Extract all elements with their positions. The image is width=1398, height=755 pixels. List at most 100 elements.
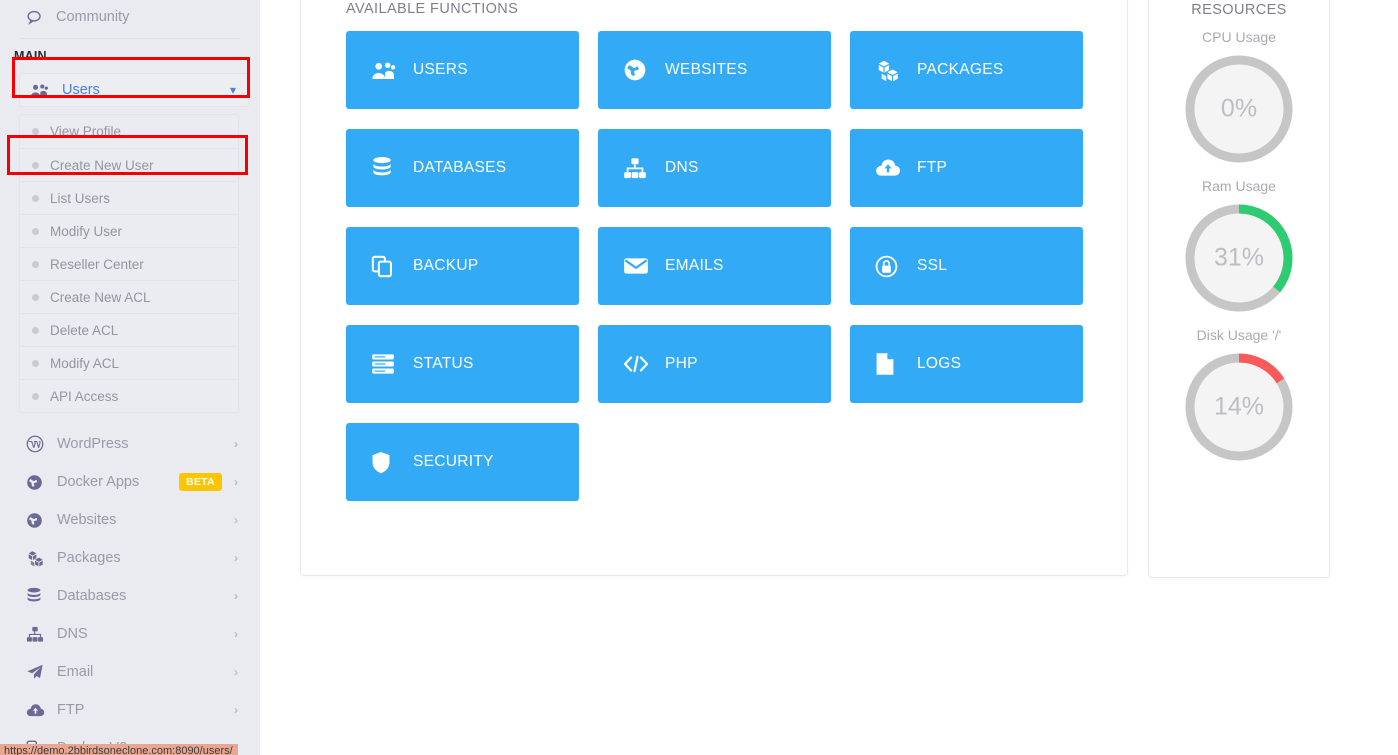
tile-label: PACKAGES: [917, 61, 1004, 78]
submenu-item-label: Reseller Center: [50, 256, 144, 272]
tile-php[interactable]: PHP: [598, 325, 831, 403]
chevron-right-icon: ›: [234, 703, 238, 717]
sidebar-item-wordpress[interactable]: WordPress ›: [0, 425, 260, 463]
submenu-item-reseller-center[interactable]: Reseller Center: [20, 247, 238, 280]
sidebar-item-users[interactable]: Users ▾: [19, 73, 249, 107]
packages-icon: [26, 550, 57, 567]
tile-label: SECURITY: [413, 453, 494, 470]
tile-packages[interactable]: PACKAGES: [850, 31, 1083, 109]
tile-emails[interactable]: EMAILS: [598, 227, 831, 305]
users-icon: [30, 83, 62, 98]
submenu-item-create-new-user[interactable]: Create New User: [20, 148, 238, 181]
resources-title: RESOURCES: [1191, 2, 1287, 18]
chevron-right-icon: ›: [234, 665, 238, 679]
bullet-icon: [32, 227, 39, 235]
submenu-item-modify-user[interactable]: Modify User: [20, 214, 238, 247]
code-icon: [623, 354, 665, 374]
gauge-disk-usage: Disk Usage '/' 14%: [1149, 327, 1329, 465]
tile-label: BACKUP: [413, 257, 479, 274]
chat-icon: [26, 9, 56, 26]
sidebar-item-ftp[interactable]: FTP ›: [0, 691, 260, 729]
tile-dns[interactable]: DNS: [598, 129, 831, 207]
gauge-cpu-usage: CPU Usage 0%: [1149, 29, 1329, 167]
tile-ssl[interactable]: SSL: [850, 227, 1083, 305]
envelope-icon: [623, 256, 665, 276]
card-title: AVAILABLE FUNCTIONS: [346, 1, 519, 17]
globe-icon: [26, 474, 57, 491]
gauge-ring: 14%: [1181, 349, 1297, 465]
tile-websites[interactable]: WEBSITES: [598, 31, 831, 109]
gauge-label: CPU Usage: [1202, 29, 1276, 45]
submenu-item-label: List Users: [50, 190, 111, 206]
tile-label: EMAILS: [665, 257, 724, 274]
submenu-item-label: Create New ACL: [50, 289, 151, 305]
sidebar-item-packages[interactable]: Packages ›: [0, 539, 260, 577]
tile-label: FTP: [917, 159, 948, 176]
chevron-right-icon: ›: [234, 475, 238, 489]
tile-databases[interactable]: DATABASES: [346, 129, 579, 207]
resources-card: RESOURCES CPU Usage 0% Ram Usage 31% Dis…: [1148, 0, 1330, 578]
sidebar-item-dns[interactable]: DNS ›: [0, 615, 260, 653]
sidebar-item-label: Packages: [57, 550, 121, 566]
globe-icon: [26, 512, 57, 529]
gauge-ring: 31%: [1181, 200, 1297, 316]
sidebar-item-community[interactable]: Community: [0, 0, 260, 34]
sidebar-item-websites[interactable]: Websites ›: [0, 501, 260, 539]
bullet-icon: [32, 293, 39, 301]
submenu-item-api-access[interactable]: API Access: [20, 379, 238, 412]
bullet-icon: [32, 161, 39, 169]
submenu-item-view-profile[interactable]: View Profile: [20, 115, 238, 148]
sidebar: Community MAIN Users ▾ View Profile Crea…: [0, 0, 260, 755]
bullet-icon: [32, 392, 39, 400]
sidebar-section-label: MAIN: [14, 49, 47, 63]
globe-icon: [623, 58, 665, 82]
tile-label: LOGS: [917, 355, 962, 372]
available-functions-card: AVAILABLE FUNCTIONS USERS WEBSITES PACKA…: [300, 0, 1128, 576]
copy-icon: [371, 255, 413, 278]
paper-plane-icon: [26, 663, 57, 681]
sidebar-item-databases[interactable]: Databases ›: [0, 577, 260, 615]
lock-icon: [875, 255, 917, 278]
sidebar-item-label: DNS: [57, 626, 88, 642]
users-submenu: View Profile Create New User List Users …: [19, 114, 239, 413]
tile-status[interactable]: STATUS: [346, 325, 579, 403]
server-icon: [371, 353, 413, 375]
bullet-icon: [32, 128, 39, 135]
tile-label: USERS: [413, 61, 468, 78]
chevron-right-icon: ›: [234, 589, 238, 603]
app-root: Community MAIN Users ▾ View Profile Crea…: [0, 0, 1398, 755]
sidebar-item-label: Email: [57, 664, 94, 680]
tile-security[interactable]: SECURITY: [346, 423, 579, 501]
bullet-icon: [32, 260, 39, 268]
tile-label: SSL: [917, 257, 948, 274]
wordpress-icon: [26, 435, 57, 453]
file-icon: [875, 352, 917, 376]
chevron-right-icon: ›: [234, 551, 238, 565]
tile-label: WEBSITES: [665, 61, 748, 78]
dns-icon: [26, 626, 57, 643]
sidebar-item-label: WordPress: [57, 436, 129, 452]
sidebar-item-label: Users: [62, 82, 100, 98]
beta-badge: BETA: [178, 473, 222, 491]
tile-ftp[interactable]: FTP: [850, 129, 1083, 207]
submenu-item-delete-acl[interactable]: Delete ACL: [20, 313, 238, 346]
sidebar-item-email[interactable]: Email ›: [0, 653, 260, 691]
tile-label: STATUS: [413, 355, 474, 372]
database-icon: [371, 156, 413, 180]
cloud-upload-icon: [875, 158, 917, 178]
dns-icon: [623, 157, 665, 180]
function-tiles-grid: USERS WEBSITES PACKAGES DATABASES DNS FT…: [346, 31, 1086, 501]
users-icon: [371, 61, 413, 80]
bullet-icon: [32, 326, 39, 334]
gauge-label: Ram Usage: [1202, 178, 1276, 194]
bullet-icon: [32, 194, 39, 202]
submenu-item-list-users[interactable]: List Users: [20, 181, 238, 214]
submenu-item-create-new-acl[interactable]: Create New ACL: [20, 280, 238, 313]
sidebar-item-docker-apps[interactable]: Docker Apps BETA ›: [0, 463, 260, 501]
tile-users[interactable]: USERS: [346, 31, 579, 109]
cloud-upload-icon: [26, 703, 57, 718]
submenu-item-modify-acl[interactable]: Modify ACL: [20, 346, 238, 379]
tile-label: DATABASES: [413, 159, 507, 176]
tile-logs[interactable]: LOGS: [850, 325, 1083, 403]
tile-backup[interactable]: BACKUP: [346, 227, 579, 305]
